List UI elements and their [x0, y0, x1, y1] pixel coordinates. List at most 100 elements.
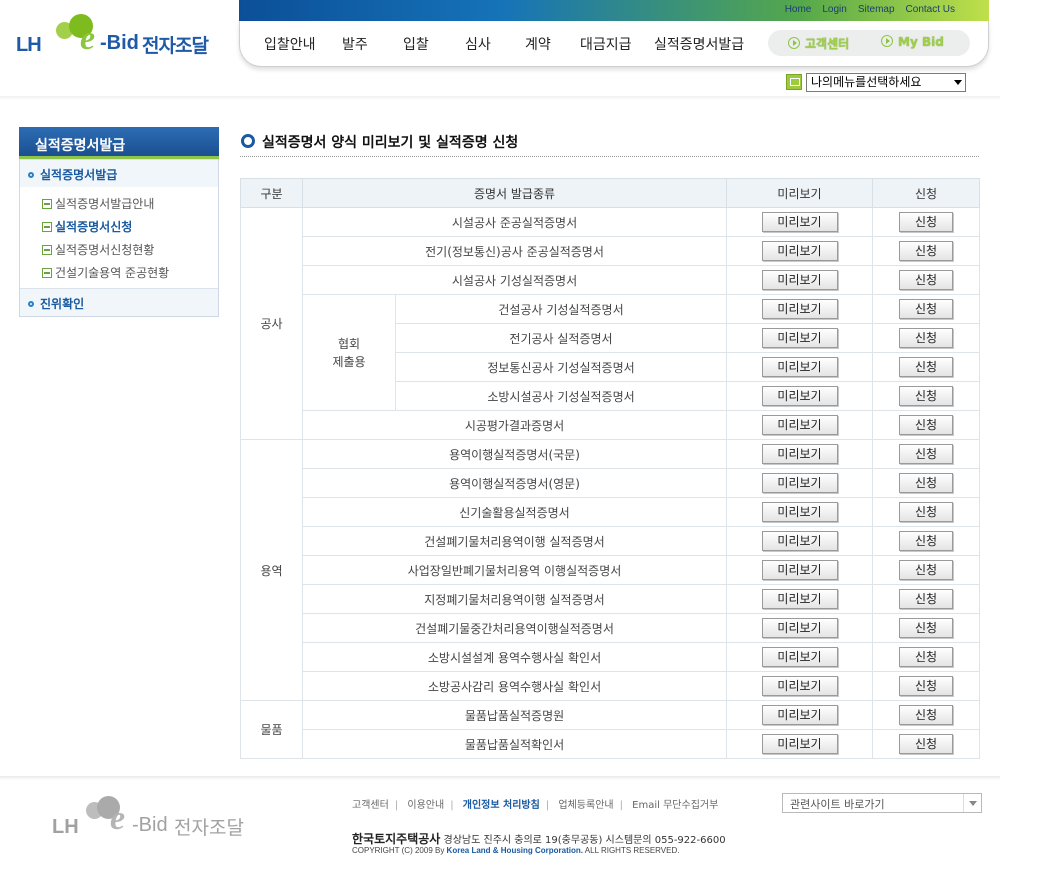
apply-button[interactable]: 신청 [899, 618, 954, 638]
preview-button[interactable]: 미리보기 [761, 212, 838, 232]
gnb-item-order[interactable]: 발주 [342, 34, 368, 54]
apply-cell: 신청 [872, 410, 981, 440]
table-row: 소방공사감리 용역수행사실 확인서 미리보기 신청 [241, 671, 981, 701]
footer-logo-e: e [110, 800, 126, 837]
util-link-home[interactable]: Home [785, 4, 812, 15]
table-row: 용역이행실적증명서(영문) 미리보기 신청 [241, 468, 981, 498]
apply-button[interactable]: 신청 [899, 647, 954, 667]
certificate-name: 건설폐기물처리용역이행 실적증명서 [301, 526, 728, 556]
util-link-sitemap[interactable]: Sitemap [858, 4, 895, 15]
left-sidebar: 실적증명서발급 실적증명서발급 실적증명서발급안내 실적증명서신청 실적증명서신… [19, 127, 219, 317]
logo-kr-text: 전자조달 [142, 35, 209, 57]
apply-button[interactable]: 신청 [899, 560, 954, 580]
table-row: 전기(정보통신)공사 준공실적증명서 미리보기 신청 [241, 236, 981, 266]
gnb-item-certificate[interactable]: 실적증명서발급 [654, 34, 744, 54]
footer-link-customer-center[interactable]: 고객센터 [352, 800, 389, 811]
subcategory-association: 협회 제출용 [302, 294, 396, 411]
apply-cell: 신청 [872, 671, 981, 701]
apply-button[interactable]: 신청 [899, 705, 954, 725]
preview-button[interactable]: 미리보기 [761, 473, 838, 493]
certificate-name: 소방시설설계 용역수행사실 확인서 [301, 642, 728, 672]
preview-button[interactable]: 미리보기 [761, 734, 838, 754]
category-service: 용역 [240, 439, 303, 701]
sidebar-subitem-apply[interactable]: 실적증명서신청 [42, 215, 218, 238]
page-title: 실적증명서 양식 미리보기 및 실적증명 신청 [262, 135, 519, 151]
footer-link-email-policy[interactable]: Email 무단수집거부 [632, 800, 718, 811]
preview-button[interactable]: 미리보기 [761, 502, 838, 522]
footer-link-registration[interactable]: 업체등록안내 [558, 800, 613, 811]
footer-link-privacy[interactable]: 개인정보 처리방침 [463, 800, 540, 811]
preview-button[interactable]: 미리보기 [761, 676, 838, 696]
gnb-item-review[interactable]: 심사 [465, 34, 491, 54]
preview-button[interactable]: 미리보기 [761, 444, 838, 464]
preview-button[interactable]: 미리보기 [761, 328, 838, 348]
certificate-name: 신기술활용실적증명서 [301, 497, 728, 527]
apply-button[interactable]: 신청 [899, 212, 954, 232]
apply-button[interactable]: 신청 [899, 676, 954, 696]
util-link-login[interactable]: Login [822, 4, 846, 15]
apply-cell: 신청 [872, 468, 981, 498]
preview-cell: 미리보기 [726, 584, 874, 614]
apply-button[interactable]: 신청 [899, 473, 954, 493]
table-row: 물품 물품납품실적증명원 미리보기 신청 [240, 700, 981, 759]
footer-address: 한국토지주택공사 경상남도 진주시 충의로 19(충무공동) 시스템문의 055… [352, 830, 726, 847]
apply-button[interactable]: 신청 [899, 386, 954, 406]
gnb-item-bid-guide[interactable]: 입찰안내 [264, 34, 316, 54]
preview-button[interactable]: 미리보기 [761, 560, 838, 580]
sidebar-subitem-guide[interactable]: 실적증명서발급안내 [42, 192, 218, 215]
preview-cell: 미리보기 [726, 555, 874, 585]
preview-button[interactable]: 미리보기 [761, 531, 838, 551]
my-bid-button[interactable]: My Bid [881, 35, 944, 49]
gnb-item-bid[interactable]: 입찰 [403, 34, 429, 54]
preview-button[interactable]: 미리보기 [761, 299, 838, 319]
sidebar-subitem-label: 실적증명서신청현황 [55, 243, 155, 257]
util-link-contact[interactable]: Contact Us [906, 4, 955, 15]
apply-button[interactable]: 신청 [899, 531, 954, 551]
footer-divider [0, 776, 1000, 780]
footer-links: 고객센터 | 이용안내 | 개인정보 처리방침 | 업체등록안내 | Email 무단수… [352, 800, 719, 811]
apply-cell: 신청 [872, 294, 981, 324]
apply-button[interactable]: 신청 [899, 502, 954, 522]
footer-link-terms[interactable]: 이용안내 [407, 800, 444, 811]
minus-box-icon [42, 222, 52, 232]
apply-button[interactable]: 신청 [899, 589, 954, 609]
preview-button[interactable]: 미리보기 [761, 386, 838, 406]
utility-links: Home Login Sitemap Contact Us [785, 4, 955, 15]
my-menu-select[interactable]: 나의메뉴를선택하세요 [806, 73, 966, 92]
apply-button[interactable]: 신청 [899, 328, 954, 348]
preview-button[interactable]: 미리보기 [761, 357, 838, 377]
preview-button[interactable]: 미리보기 [761, 270, 838, 290]
preview-button[interactable]: 미리보기 [761, 241, 838, 261]
apply-button[interactable]: 신청 [899, 415, 954, 435]
my-bid-label: My Bid [898, 35, 944, 49]
customer-center-button[interactable]: 고객센터 [788, 35, 849, 52]
apply-button[interactable]: 신청 [899, 444, 954, 464]
preview-button[interactable]: 미리보기 [761, 647, 838, 667]
apply-button[interactable]: 신청 [899, 270, 954, 290]
sidebar-subitem-status[interactable]: 실적증명서신청현황 [42, 238, 218, 261]
apply-button[interactable]: 신청 [899, 299, 954, 319]
logo-lh-text: LH [16, 34, 42, 56]
related-sites-select[interactable]: 관련사이트 바로가기 [782, 793, 982, 813]
preview-button[interactable]: 미리보기 [761, 618, 838, 638]
apply-button[interactable]: 신청 [899, 241, 954, 261]
bullet-icon [28, 172, 34, 178]
apply-button[interactable]: 신청 [899, 734, 954, 754]
minus-box-icon [42, 245, 52, 255]
preview-cell: 미리보기 [726, 729, 874, 759]
gnb-item-payment[interactable]: 대금지급 [580, 34, 632, 54]
chevron-down-icon [954, 80, 962, 85]
preview-button[interactable]: 미리보기 [761, 415, 838, 435]
preview-button[interactable]: 미리보기 [761, 589, 838, 609]
sidebar-item-certificate[interactable]: 실적증명서발급 [20, 159, 218, 187]
lh-ebid-logo[interactable]: LH e -Bid 전자조달 [16, 14, 221, 60]
certificate-name: 전기공사 실적증명서 [394, 323, 728, 353]
apply-button[interactable]: 신청 [899, 357, 954, 377]
sidebar-subitem-completion[interactable]: 건설기술용역 준공현황 [42, 261, 218, 284]
table-row: 시설공사 기성실적증명서 미리보기 신청 [241, 265, 981, 295]
play-circle-icon [881, 35, 893, 47]
preview-button[interactable]: 미리보기 [761, 705, 838, 725]
sidebar-submenu: 실적증명서발급안내 실적증명서신청 실적증명서신청현황 건설기술용역 준공현황 [20, 187, 218, 288]
sidebar-item-verify[interactable]: 진위확인 [20, 288, 218, 316]
gnb-item-contract[interactable]: 계약 [525, 34, 551, 54]
